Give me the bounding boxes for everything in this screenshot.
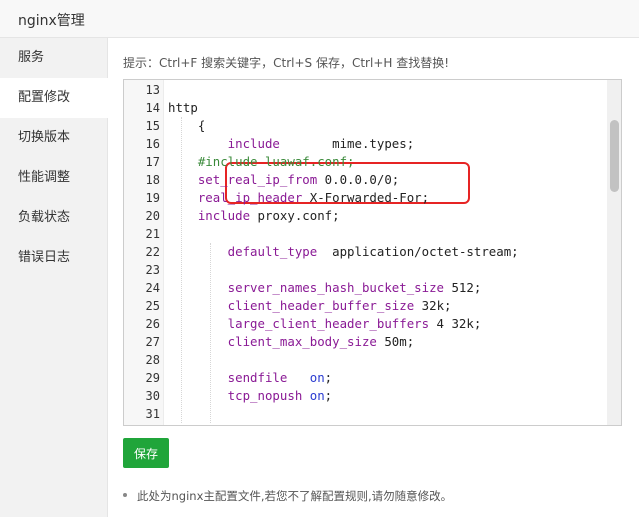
code-token: client_header_buffer_size — [168, 298, 415, 313]
code-line: client_max_body_size 50m; — [168, 333, 415, 351]
code-line: #include luawaf.conf; — [168, 153, 355, 171]
line-number-gutter: 13 14 15 16 17 18 19 20 21 22 23 24 25 26 27 28 29 30 31 — [124, 80, 164, 425]
sidebar-item-version[interactable]: 切换版本 — [0, 118, 107, 158]
save-button[interactable]: 保存 — [123, 438, 169, 468]
code-line: include proxy.conf; — [168, 207, 340, 225]
line-number: 19 — [145, 191, 160, 205]
config-warning-text: 此处为nginx主配置文件,若您不了解配置规则,请勿随意修改。 — [137, 489, 453, 503]
shortcut-hint: 提示：Ctrl+F 搜索关键字，Ctrl+S 保存，Ctrl+H 查找替换! — [123, 56, 450, 70]
code-line: tcp_nopush on; — [168, 387, 332, 405]
sidebar-item-label: 切换版本 — [18, 130, 71, 145]
code-token: 50m; — [376, 334, 415, 349]
line-number: 15 — [145, 119, 160, 133]
config-panel: 提示：Ctrl+F 搜索关键字，Ctrl+S 保存，Ctrl+H 查找替换! 1… — [108, 38, 639, 517]
line-number: 25 — [145, 299, 160, 313]
line-number: 29 — [145, 371, 160, 385]
code-text-area[interactable]: http { include mime.types; #include luaw… — [164, 80, 607, 425]
code-token: client_max_body_size — [168, 334, 377, 349]
code-line: http — [168, 99, 198, 117]
code-token: proxy.conf; — [250, 208, 340, 223]
line-number: 31 — [145, 407, 160, 421]
code-line: { — [168, 117, 205, 135]
line-number: 30 — [145, 389, 160, 403]
code-token: #include luawaf.conf; — [168, 154, 355, 169]
line-number: 16 — [145, 137, 160, 151]
dialog-title-bar[interactable]: nginx管理 — [0, 0, 639, 38]
code-token: mime.types; — [279, 136, 415, 151]
nginx-manager-dialog: nginx管理 服务 配置修改 切换版本 性能调整 负载状态 错误日志 提示：C… — [0, 0, 639, 517]
code-token: include — [168, 208, 251, 223]
line-number: 22 — [145, 245, 160, 259]
line-number: 17 — [145, 155, 160, 169]
code-line: set_real_ip_from 0.0.0.0/0; — [168, 171, 399, 189]
config-warning-note: 此处为nginx主配置文件,若您不了解配置规则,请勿随意修改。 — [123, 488, 452, 504]
code-token: { — [168, 118, 206, 133]
code-token: application/octet-stream; — [317, 244, 519, 259]
line-number: 28 — [145, 353, 160, 367]
code-token: 512; — [444, 280, 482, 295]
bullet-icon — [123, 492, 127, 497]
sidebar-item-label: 配置修改 — [18, 90, 71, 105]
code-token: X-Forwarded-For; — [302, 190, 430, 205]
line-number: 24 — [145, 281, 160, 295]
code-token: ; — [324, 388, 333, 403]
sidebar-item-performance[interactable]: 性能调整 — [0, 158, 107, 198]
code-line: server_names_hash_bucket_size 512; — [168, 279, 482, 297]
scrollbar-thumb[interactable] — [610, 120, 619, 192]
code-token: large_client_header_buffers — [168, 316, 430, 331]
sidebar-item-label: 负载状态 — [18, 210, 71, 225]
code-line: real_ip_header X-Forwarded-For; — [168, 189, 429, 207]
code-line: client_header_buffer_size 32k; — [168, 297, 452, 315]
code-token: on — [309, 388, 325, 403]
code-token: default_type — [168, 244, 318, 259]
code-token: sendfile — [168, 370, 288, 385]
code-line: include mime.types; — [168, 135, 415, 153]
line-number: 23 — [145, 263, 160, 277]
code-line: large_client_header_buffers 4 32k; — [168, 315, 482, 333]
code-editor[interactable]: 13 14 15 16 17 18 19 20 21 22 23 24 25 26 27 28 29 30 31 h… — [123, 79, 622, 426]
sidebar: 服务 配置修改 切换版本 性能调整 负载状态 错误日志 — [0, 38, 108, 517]
code-token: set_real_ip_from — [168, 172, 318, 187]
line-number: 18 — [145, 173, 160, 187]
line-number: 27 — [145, 335, 160, 349]
code-token: tcp_nopush — [168, 388, 303, 403]
line-number: 20 — [145, 209, 160, 223]
line-number: 26 — [145, 317, 160, 331]
code-token: on — [309, 370, 325, 385]
sidebar-item-label: 性能调整 — [18, 170, 71, 185]
code-token: 32k; — [414, 298, 452, 313]
code-token: http — [168, 100, 198, 115]
code-line: default_type application/octet-stream; — [168, 243, 519, 261]
line-number: 13 — [145, 83, 160, 97]
sidebar-item-config[interactable]: 配置修改 — [0, 78, 108, 118]
sidebar-item-label: 服务 — [18, 50, 45, 65]
code-token: real_ip_header — [168, 190, 303, 205]
code-token: 4 32k; — [429, 316, 482, 331]
code-token: ; — [324, 370, 333, 385]
sidebar-item-service[interactable]: 服务 — [0, 38, 107, 78]
editor-scrollbar[interactable] — [607, 80, 621, 425]
line-number: 14 — [145, 101, 160, 115]
dialog-title: nginx管理 — [18, 13, 85, 29]
sidebar-item-load-status[interactable]: 负载状态 — [0, 198, 107, 238]
code-token: server_names_hash_bucket_size — [168, 280, 445, 295]
sidebar-item-label: 错误日志 — [18, 250, 71, 265]
code-line: sendfile on; — [168, 369, 332, 387]
code-token: include — [168, 136, 280, 151]
sidebar-item-error-log[interactable]: 错误日志 — [0, 238, 107, 278]
code-token: 0.0.0.0/0; — [317, 172, 400, 187]
line-number: 21 — [145, 227, 160, 241]
